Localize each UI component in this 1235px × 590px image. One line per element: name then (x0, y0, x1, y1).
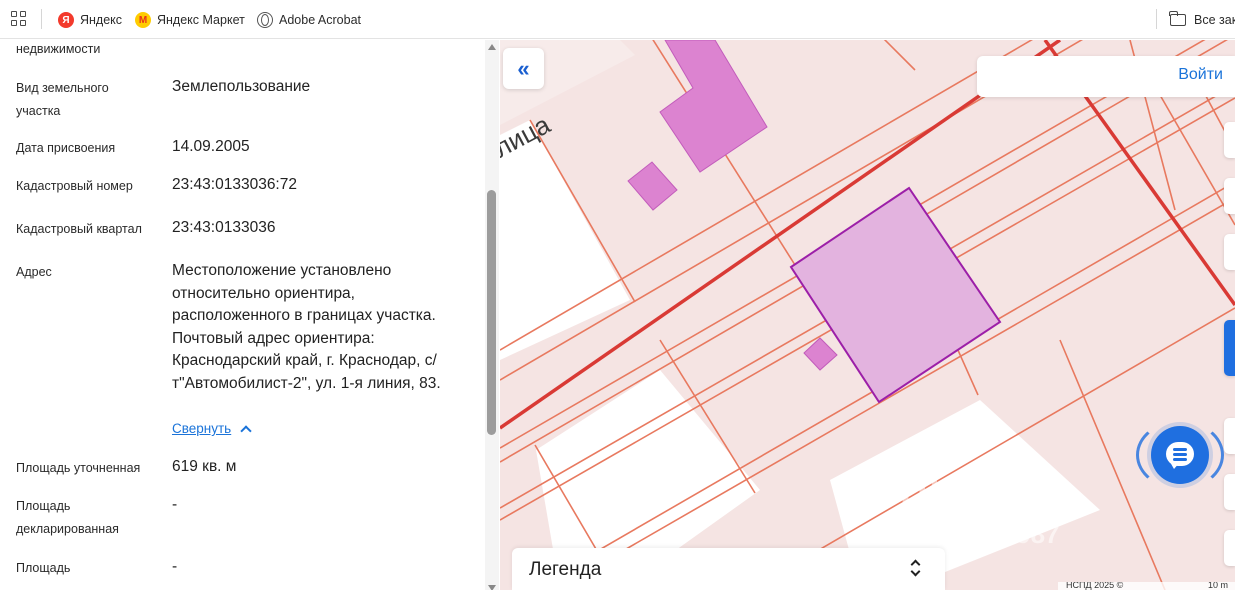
field-label-area-specified: Площадь уточненная (16, 461, 141, 475)
field-label-address: Адрес (16, 265, 52, 279)
map-parcel-white (500, 120, 630, 360)
map-tool-button[interactable] (1224, 234, 1235, 270)
cadastral-map[interactable]: лица ЦИАН ...7987 (500, 40, 1235, 590)
all-bookmarks-button[interactable]: Все закладки (1169, 10, 1235, 30)
double-chevron-left-icon: « (517, 55, 530, 81)
bookmarks-bar: Я Яндекс M Яндекс Маркет Adobe Acrobat В… (0, 0, 1235, 39)
field-label-land-type: Вид земельного участка (16, 81, 109, 118)
field-value-land-type: Землепользование (172, 78, 311, 95)
login-bar[interactable]: Войти (977, 56, 1235, 97)
map-tool-button[interactable] (1224, 418, 1235, 454)
field-value-address: Местоположение установлено относительно … (172, 262, 441, 392)
map-tool-button[interactable] (1224, 178, 1235, 214)
expand-collapse-icon[interactable] (910, 557, 922, 579)
field-value-cadastral-quarter: 23:43:0133036 (172, 219, 276, 236)
info-panel-scrollbar[interactable] (485, 40, 499, 590)
field-value-assign-date: 14.09.2005 (172, 138, 250, 155)
login-button[interactable]: Войти (1178, 66, 1223, 84)
map-watermark-digits: ...7987 (980, 519, 1060, 549)
map-tool-button[interactable] (1224, 122, 1235, 158)
chevron-up-icon (240, 424, 252, 437)
selected-parcel[interactable] (789, 186, 1002, 404)
attribution-text: НСПД 2025 © (1066, 582, 1124, 590)
collapse-label: Свернуть (172, 421, 232, 436)
property-info-panel: недвижимости Вид земельного участка Земл… (0, 40, 500, 590)
field-label-assign-date: Дата присвоения (16, 141, 116, 155)
map-tool-button[interactable] (1224, 474, 1235, 510)
all-bookmarks-label: Все закладки (1194, 13, 1235, 27)
bookmark-label: Яндекс Маркет (157, 13, 245, 27)
field-label-realty-type: недвижимости (16, 42, 101, 56)
bookmark-label: Adobe Acrobat (279, 13, 362, 27)
bookmark-label: Яндекс (80, 13, 123, 27)
map-attribution: НСПД 2025 © 10 m (1058, 582, 1235, 590)
bookmark-separator (1156, 9, 1157, 29)
field-label-area: Площадь (16, 561, 71, 575)
field-label-cadastral-number: Кадастровый номер (16, 179, 133, 193)
map-watermark: ЦИАН (900, 473, 1016, 517)
bookmark-yandex-market[interactable]: M Яндекс Маркет (135, 10, 245, 30)
field-label-area-declared: Площадь декларированная (16, 499, 119, 536)
legend-title: Легенда (529, 559, 602, 580)
field-value-area-specified: 619 кв. м (172, 458, 237, 475)
scale-label: 10 m (1208, 582, 1229, 590)
bookmark-yandex[interactable]: Я Яндекс (58, 10, 122, 30)
apps-grid-icon[interactable] (11, 11, 28, 28)
map-tool-button[interactable] (1224, 530, 1235, 566)
field-value-cadastral-number: 23:43:0133036:72 (172, 176, 297, 193)
collapse-panel-button[interactable]: « (503, 48, 544, 89)
bookmark-separator (41, 9, 42, 29)
map-buildings (627, 40, 838, 371)
bookmark-adobe-acrobat[interactable]: Adobe Acrobat (257, 10, 361, 30)
field-label-cadastral-quarter: Кадастровый квартал (16, 222, 142, 236)
scroll-down-arrow-icon[interactable] (488, 585, 496, 590)
scroll-thumb[interactable] (487, 190, 496, 435)
yandex-market-icon: M (135, 12, 151, 28)
field-value-area: - (172, 558, 178, 575)
field-value-area-declared: - (172, 496, 178, 513)
yandex-icon: Я (58, 12, 74, 28)
chat-button[interactable] (1151, 426, 1209, 484)
globe-icon (257, 12, 273, 28)
map-tool-button-active[interactable] (1224, 320, 1235, 376)
folder-icon (1169, 11, 1186, 26)
map-canvas[interactable]: лица ЦИАН ...7987 (500, 40, 1235, 590)
collapse-address-link[interactable]: Свернуть (172, 421, 252, 437)
legend-panel[interactable]: Легенда (512, 548, 945, 590)
scroll-up-arrow-icon[interactable] (488, 44, 496, 50)
